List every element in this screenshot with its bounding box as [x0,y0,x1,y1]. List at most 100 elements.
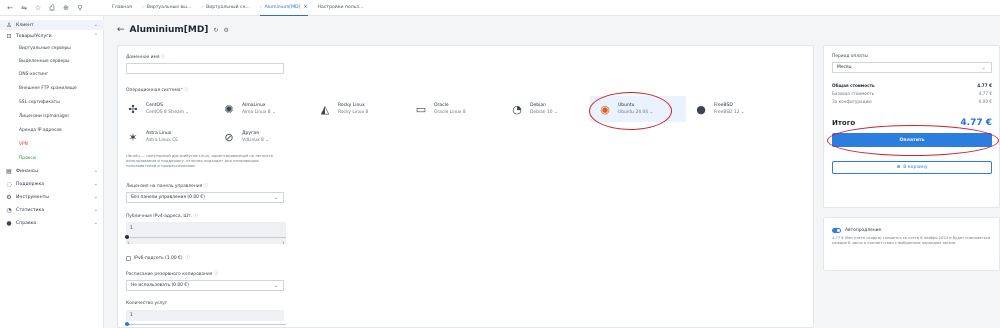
os-option-almalinux[interactable]: ✺ AlmaLinux Alma Linux 8 ⌄ [214,96,314,122]
close-icon[interactable]: × [303,4,307,10]
os-label: Операционная система* ⓘ [126,87,188,93]
help-icon[interactable]: ⓘ [193,214,197,219]
ipv4-input[interactable]: 1 [126,222,286,244]
sidebar-item-label: Финансы [16,168,38,174]
split-view-icon[interactable]: ⇋ [20,4,28,12]
backup-select[interactable]: Не использовать (0.00 €) ⌄ [126,280,284,291]
license-label-text: Лицензия на панель управления [126,184,203,189]
ipv4-value: 1 [130,225,133,230]
os-name: Ubuntu [618,103,635,108]
os-option-other[interactable]: ⊘ Другая VdLinux 8 ⌄ [214,124,314,150]
os-option-astra[interactable]: ✶ Astra Linux Astra Linux CE [118,124,214,150]
ipv4-slider-track[interactable] [126,237,286,238]
quantity-slider-handle[interactable] [125,322,129,326]
toolbar-icons: ← ⇋ ☆ ⎙ ⊕ ⚲ [0,4,112,12]
os-version-select[interactable]: Alma Linux 8 ⌄ [242,110,276,115]
sidebar-item-support[interactable]: ◌ Поддержка ⌄ [0,179,104,189]
required-marker: * [180,88,183,93]
back-arrow-icon[interactable]: ← [6,4,14,12]
sidebar-item-finance[interactable]: ▤ Финансы ⌄ [0,166,104,176]
checkbox-box[interactable] [126,255,131,261]
sidebar-item-stats[interactable]: ◔ Статистика ⌄ [0,205,104,215]
tab-virtual-server[interactable]: › Виртуальный се... [201,0,250,16]
os-name: CentOS [146,103,163,108]
add-to-cart-button[interactable]: ⊞ В корзину [832,161,992,174]
help-icon[interactable]: ⓘ [214,272,218,277]
chevron-down-icon: ⌄ [272,110,276,115]
tab-label: Главная [112,5,132,10]
os-name: Oracle [434,103,449,108]
os-version-select[interactable]: FreeBSD 12 ⌄ [714,110,745,115]
os-option-debian[interactable]: ◔ Debian Debian 10 ⌄ [502,96,590,122]
chevron-up-icon: ⌃ [93,33,98,39]
debian-icon: ◔ [512,102,522,116]
autorenew-toggle[interactable] [832,228,841,233]
sidebar-item-ispmanager[interactable]: Лицензии ispmanager [19,111,69,121]
period-select[interactable]: Месяц ⌄ [832,62,992,73]
sidebar-item-dedicated-servers[interactable]: Выделенные серверы [19,56,69,66]
domain-input[interactable] [126,63,284,74]
os-option-freebsd[interactable]: ● FreeBSD FreeBSD 12 ⌄ [686,96,786,122]
gear-icon: ⚙ [6,193,12,201]
os-option-oracle[interactable]: ▭ Oracle Oracle Linux 8 [406,96,502,122]
sidebar-item-vpn[interactable]: VPN [19,139,28,149]
star-icon[interactable]: ☆ [34,4,42,12]
order-summary: Период оплаты Месяц ⌄ Общая стоимость 4.77… [823,45,1000,328]
sidebar-item-ip-rent[interactable]: Аренда IP адресов [19,125,62,135]
os-version-select[interactable]: CentOS 8 Stream ⌄ [146,110,189,115]
settings-icon[interactable]: ⚙ [223,27,228,34]
base-cost-value: 4.77 € [978,91,992,96]
os-version: FreeBSD 12 [714,110,740,115]
separator-icon: › [141,5,144,10]
os-version-select[interactable]: VdLinux 8 ⌄ [242,138,269,143]
support-icon: ◌ [6,180,12,188]
tab-virtual-servers[interactable]: › Виртуальные вы... [142,0,191,16]
help-icon[interactable]: ⓘ [184,88,188,93]
os-option-centos[interactable]: ✣ CentOS CentOS 8 Stream ⌄ [118,96,218,122]
sidebar-item-virtual-servers[interactable]: Виртуальные серверы [19,43,71,53]
os-version-select[interactable]: Ubuntu 24.04 ⌄ [618,110,653,115]
quantity-slider-track[interactable] [130,324,286,325]
help-icon[interactable]: ⓘ [186,255,190,261]
search-icon[interactable]: ⚲ [76,4,84,12]
config-cost-value: 0.00 € [978,99,992,104]
tab-aluminium[interactable]: › Aluminium[MD] × [259,0,308,16]
os-version-select[interactable]: Debian 10 ⌄ [530,110,558,115]
help-icon[interactable]: ⓘ [204,184,208,189]
os-name: Astra Linux [146,131,172,136]
sidebar-item-help[interactable]: ● Справка ⌄ [0,218,104,228]
sidebar-item-label: Инструменты [16,194,49,200]
library-icon[interactable]: ⎙ [48,4,56,12]
tab-home[interactable]: Главная [112,0,132,16]
wallet-icon: ▤ [6,167,12,175]
sidebar-item-client[interactable]: ♙ Клиент ⌄ [0,20,104,30]
page-title: Aluminium[MD] [129,25,209,35]
ipv4-slider-handle[interactable] [125,235,129,239]
help-icon[interactable]: ⓘ [161,55,165,60]
license-select[interactable]: Без панели управления (0.00 €) ⌄ [126,192,284,203]
tab-user-settings[interactable]: Настройки польз... [318,0,364,16]
freebsd-icon: ● [696,102,706,116]
sidebar-item-proxy[interactable]: Прокси [19,153,36,163]
chevron-down-icon: ⌄ [185,110,190,115]
summary-card: Период оплаты Месяц ⌄ Общая стоимость 4.77… [823,45,1000,208]
sidebar-item-goods[interactable]: ⊡ Товары/Услуги ⌃ [0,31,104,41]
quantity-input[interactable]: 1 [126,310,284,321]
user-icon: ♙ [6,21,12,29]
back-arrow-icon[interactable]: ← [117,25,125,35]
ipv6-checkbox[interactable]: IPv6-подсеть (1.00 €) ⓘ [126,255,190,261]
sidebar-item-ssl[interactable]: SSL сертификаты [19,97,60,107]
chevron-down-icon: ⌄ [93,220,98,226]
os-option-rocky[interactable]: ◭ Rocky Linux Rocky Linux 8 [310,96,406,122]
extensions-icon[interactable]: ⊕ [62,4,70,12]
os-option-ubuntu[interactable]: ◉ Ubuntu Ubuntu 24.04 ⌄ [590,96,686,122]
sidebar-item-label: Статистика [16,207,45,213]
pay-button[interactable]: Оплатить [832,133,992,147]
rocky-linux-icon: ◭ [320,102,330,116]
chevron-down-icon: ⌄ [649,110,654,115]
sidebar-item-tools[interactable]: ⚙ Инструменты ⌄ [0,192,104,202]
refresh-icon[interactable]: ↻ [213,27,218,34]
sidebar-item-ftp-storage[interactable]: Внешнее FTP хранилище [19,83,77,93]
sidebar-item-dns-hosting[interactable]: DNS-хостинг [19,69,48,79]
total-cost-value: 4.77 € [977,83,992,88]
